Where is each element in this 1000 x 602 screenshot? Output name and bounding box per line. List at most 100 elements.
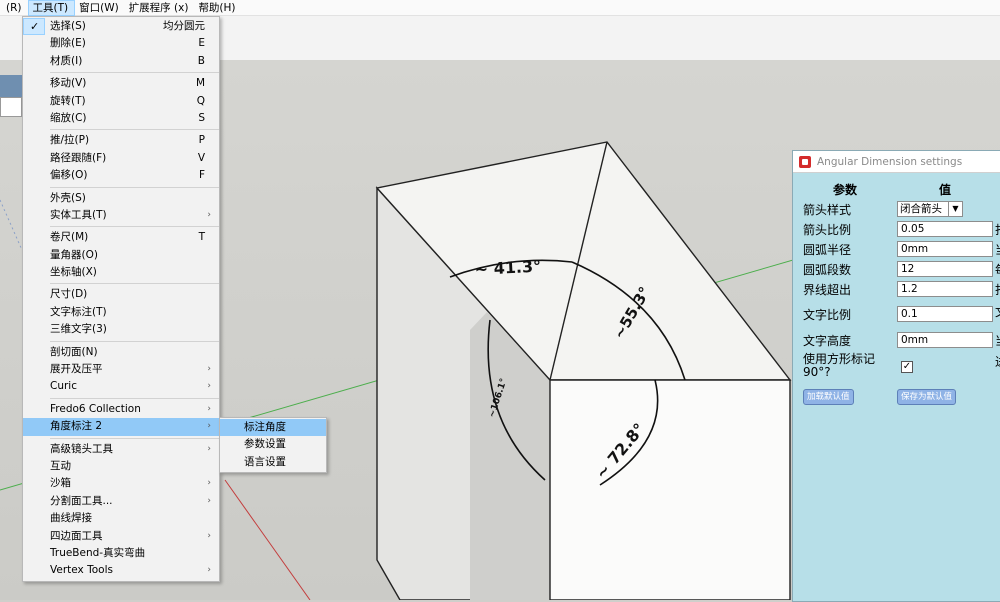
arc-segments-input[interactable]: 12	[897, 261, 993, 277]
menu-item-3d-text[interactable]: 三维文字(3)	[23, 321, 219, 338]
menu-extensions[interactable]: 扩展程序 (x)	[125, 0, 195, 16]
checkmark-icon: ✓	[30, 20, 40, 33]
submenu-item-language[interactable]: 语言设置	[220, 454, 326, 471]
submenu-arrow-icon: ›	[207, 495, 211, 506]
menu-item-label: 外壳(S)	[50, 191, 86, 204]
square-marker-checkbox[interactable]: ✓	[901, 361, 913, 373]
save-defaults-button[interactable]: 保存为默认值	[897, 389, 957, 405]
menu-item-pushpull[interactable]: 推/拉(P) P	[23, 132, 219, 149]
menu-item-select[interactable]: ✓ 选择(S) 均分圆元	[23, 18, 219, 35]
dialog-title: Angular Dimension settings	[817, 155, 963, 168]
menu-item-sandbox[interactable]: 沙箱 ›	[23, 475, 219, 492]
menu-item-label: 分割面工具...	[50, 494, 113, 507]
extension-input[interactable]: 1.2	[897, 281, 993, 297]
load-defaults-button[interactable]: 加载默认值	[803, 389, 854, 405]
menu-item-label: 路径跟随(F)	[50, 151, 107, 164]
param-note: 文	[995, 303, 1000, 320]
menu-item-label: Vertex Tools	[50, 564, 113, 577]
menu-item-followme[interactable]: 路径跟随(F) V	[23, 150, 219, 167]
menu-item-offset[interactable]: 偏移(O) F	[23, 167, 219, 184]
menu-item-label: 偏移(O)	[50, 169, 88, 182]
tools-dropdown-menu: ✓ 选择(S) 均分圆元 删除(E) E 材质(I) B 移动(V) M 旋转(T) Q…	[22, 16, 220, 582]
menu-item-label: 实体工具(T)	[50, 208, 107, 221]
menu-item-dimension[interactable]: 尺寸(D)	[23, 286, 219, 303]
submenu-arrow-icon: ›	[207, 364, 211, 375]
text-scale-input[interactable]: 0.1	[897, 306, 993, 322]
menu-separator	[50, 72, 219, 74]
menu-item-weld[interactable]: 曲线焊接	[23, 510, 219, 527]
arrow-style-select[interactable]: 闭合箭头 ▼	[897, 201, 963, 217]
menu-item-interact[interactable]: 互动	[23, 458, 219, 475]
menu-item-vertex-tools[interactable]: Vertex Tools ›	[23, 562, 219, 579]
cube-front-face	[549, 379, 791, 600]
menu-item-outer-shell[interactable]: 外壳(S)	[23, 190, 219, 207]
param-label-extension: 界线超出	[803, 283, 852, 297]
param-label-arrow-scale: 箭头比例	[803, 223, 852, 237]
menu-item-fredo6[interactable]: Fredo6 Collection ›	[23, 401, 219, 418]
menu-separator	[50, 397, 219, 399]
param-label-arrow-style: 箭头样式	[803, 203, 852, 217]
menu-item-section-plane[interactable]: 剖切面(N)	[23, 344, 219, 361]
submenu-arrow-icon: ›	[207, 381, 211, 392]
menu-separator	[50, 226, 219, 228]
menu-item-label: 展开及压平	[50, 363, 103, 376]
menu-item-curic[interactable]: Curic ›	[23, 378, 219, 395]
submenu-item-annotate-angle[interactable]: 标注角度	[220, 419, 326, 437]
param-note: 每	[995, 261, 1000, 278]
menu-item-text[interactable]: 文字标注(T)	[23, 304, 219, 321]
menu-item-label: 缩放(C)	[50, 111, 87, 124]
menu-item-material[interactable]: 材质(I) B	[23, 53, 219, 70]
arc-radius-input[interactable]: 0mm	[897, 241, 993, 257]
arrow-scale-input[interactable]: 0.05	[897, 221, 993, 237]
menu-item-move[interactable]: 移动(V) M	[23, 75, 219, 92]
menu-item-erase[interactable]: 删除(E) E	[23, 35, 219, 52]
menu-item-rotate[interactable]: 旋转(T) Q	[23, 93, 219, 110]
menu-item-advanced-camera[interactable]: 高级镜头工具 ›	[23, 441, 219, 458]
menu-item-label: 移动(V)	[50, 77, 87, 90]
menu-item-unwrap[interactable]: 展开及压平 ›	[23, 361, 219, 378]
param-note: 当	[995, 332, 1000, 349]
text-height-input[interactable]: 0mm	[897, 332, 993, 348]
param-note: 当	[995, 241, 1000, 258]
angular-dimension-submenu: 标注角度 参数设置 语言设置	[219, 417, 327, 473]
menu-item-solid-tools[interactable]: 实体工具(T) ›	[23, 207, 219, 224]
menu-window[interactable]: 窗口(W)	[75, 0, 125, 16]
menu-item-label: 四边面工具	[50, 529, 103, 542]
menu-item-tape-measure[interactable]: 卷尺(M) T	[23, 229, 219, 246]
dialog-titlebar: Angular Dimension settings	[793, 151, 1000, 173]
menu-help[interactable]: 帮助(H)	[194, 0, 241, 16]
menu-item-label: 旋转(T)	[50, 94, 86, 107]
menu-item-shortcut: Q	[196, 94, 205, 107]
menu-item-shortcut: E	[198, 37, 205, 50]
menu-item-shortcut: M	[195, 77, 205, 90]
chevron-down-icon: ▼	[948, 202, 962, 216]
menu-item-protractor[interactable]: 量角器(O)	[23, 247, 219, 264]
submenu-item-settings[interactable]: 参数设置	[220, 436, 326, 453]
submenu-arrow-icon: ›	[207, 209, 211, 220]
menu-item-label: 材质(I)	[50, 54, 83, 67]
menu-item-label: 沙箱	[50, 477, 71, 490]
menu-item-label: 角度标注 2	[50, 420, 103, 433]
menu-item-shortcut: V	[197, 151, 205, 164]
param-label-arc-radius: 圆弧半径	[803, 243, 852, 257]
menu-separator	[50, 129, 219, 131]
menu-separator	[50, 437, 219, 439]
arrow-style-value: 闭合箭头	[900, 203, 942, 215]
menu-bar: (R) 工具(T) 窗口(W) 扩展程序 (x) 帮助(H)	[0, 0, 1000, 16]
menu-separator	[50, 186, 219, 188]
menu-tools[interactable]: 工具(T)	[27, 0, 76, 16]
menu-item-shortcut: B	[197, 54, 205, 67]
menu-item-angular-dimension[interactable]: 角度标注 2 ›	[23, 418, 219, 436]
menu-item-truebend[interactable]: TrueBend-真实弯曲	[23, 545, 219, 562]
menu-item-label: 剖切面(N)	[50, 345, 98, 358]
menu-item-quadface[interactable]: 四边面工具 ›	[23, 528, 219, 545]
menu-r[interactable]: (R)	[2, 0, 28, 16]
menu-item-axes[interactable]: 坐标轴(X)	[23, 264, 219, 281]
menu-item-split-face[interactable]: 分割面工具... ›	[23, 493, 219, 510]
menu-item-label: 选择(S)	[50, 20, 86, 32]
menu-item-label: 坐标轴(X)	[50, 266, 97, 279]
menu-item-scale[interactable]: 缩放(C) S	[23, 110, 219, 127]
dim-label-top: ~ 41.3°	[474, 257, 541, 279]
menu-item-shortcut: T	[198, 231, 205, 244]
param-label-text-height: 文字高度	[803, 334, 852, 348]
